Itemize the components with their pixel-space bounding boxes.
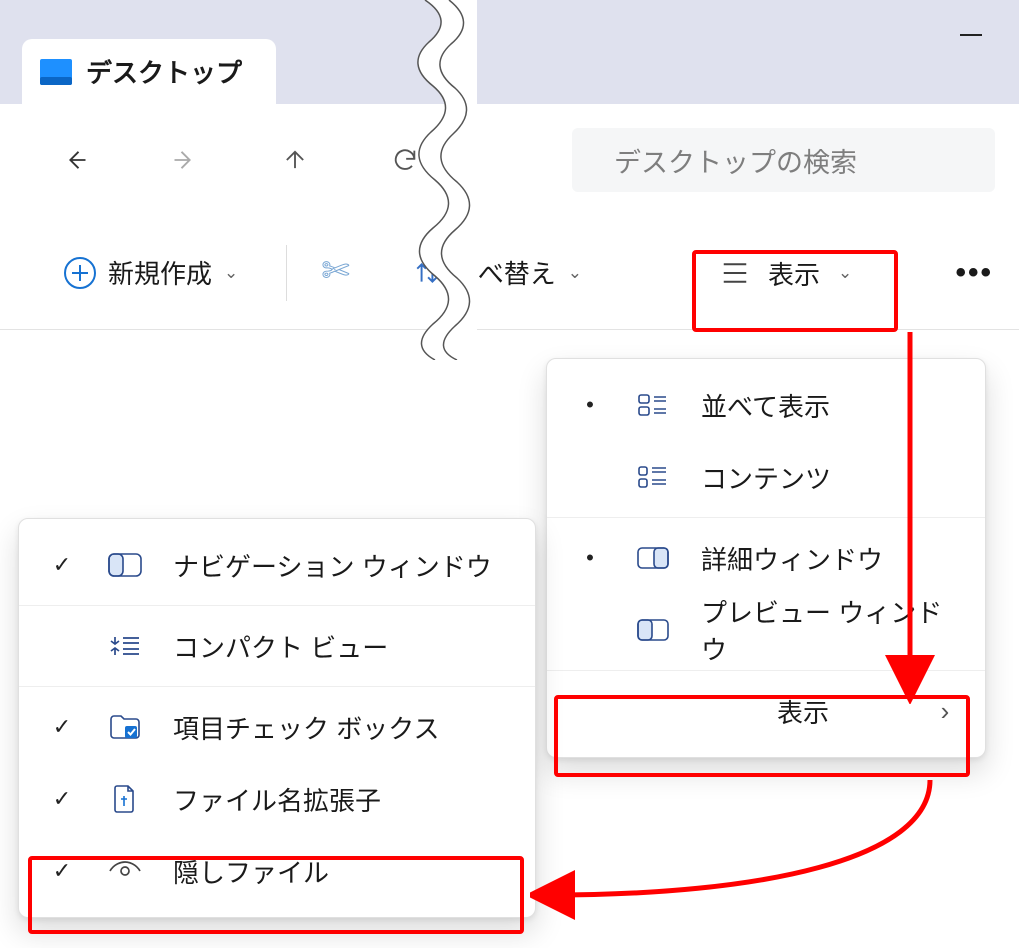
menu-item-content[interactable]: コンテンツ	[547, 441, 985, 513]
toolbar: 新規作成 ⌄ ✄ 並べ替え ⌄ 表示 ⌄ •••	[0, 216, 1019, 330]
menu-item-label: 並べて表示	[701, 387, 957, 424]
more-button[interactable]: •••	[955, 256, 993, 290]
menu-item-checkboxes[interactable]: ✓ 項目チェック ボックス	[19, 691, 535, 763]
titlebar: デスクトップ	[0, 0, 1019, 104]
chevron-down-icon: ⌄	[224, 263, 238, 283]
tab-desktop[interactable]: デスクトップ	[22, 39, 276, 104]
menu-item-extensions[interactable]: ✓ ファイル名拡張子	[19, 763, 535, 835]
list-icon	[720, 260, 750, 286]
desktop-icon	[40, 59, 72, 85]
menu-item-details-pane[interactable]: • 詳細ウィンドウ	[547, 522, 985, 594]
view-label: 表示	[768, 255, 820, 292]
menu-separator	[547, 517, 985, 518]
folder-check-icon	[105, 714, 145, 740]
menu-item-label: コンパクト ビュー	[173, 628, 507, 665]
toolbar-separator	[286, 245, 287, 301]
back-button[interactable]	[20, 146, 130, 174]
menu-item-compact-view[interactable]: コンパクト ビュー	[19, 610, 535, 682]
bullet-icon: •	[575, 392, 605, 418]
plus-icon	[64, 257, 96, 289]
chevron-down-icon: ⌄	[838, 263, 852, 283]
annotation-arrow-2	[530, 770, 950, 920]
menu-item-hidden-files[interactable]: ✓ 隠しファイル	[19, 835, 535, 907]
file-icon	[105, 784, 145, 814]
check-icon: ✓	[47, 714, 77, 740]
menu-item-label: プレビュー ウィンドウ	[701, 593, 957, 667]
chevron-down-icon: ⌄	[568, 263, 582, 283]
forward-button[interactable]	[130, 146, 240, 174]
check-icon: ✓	[47, 552, 77, 578]
menu-separator	[547, 670, 985, 671]
tile-icon	[633, 394, 673, 416]
search-placeholder: デスクトップの検索	[614, 141, 857, 180]
sort-icon	[414, 260, 440, 286]
menu-item-label: ファイル名拡張子	[173, 781, 507, 818]
content-icon	[633, 466, 673, 488]
check-icon: ✓	[47, 786, 77, 812]
menu-separator	[19, 605, 535, 606]
chevron-right-icon: ›	[933, 696, 957, 727]
menu-item-label: コンテンツ	[701, 459, 957, 496]
refresh-button[interactable]	[350, 146, 460, 174]
tab-title: デスクトップ	[86, 53, 242, 90]
menu-item-show-submenu[interactable]: 表示 ›	[547, 675, 985, 747]
up-button[interactable]	[240, 146, 350, 174]
compact-icon	[105, 634, 145, 658]
show-menu: ✓ ナビゲーション ウィンドウ コンパクト ビュー ✓ 項目チェック ボックス …	[18, 518, 536, 918]
view-button[interactable]: 表示 ⌄	[698, 238, 896, 308]
check-icon: ✓	[47, 858, 77, 884]
menu-item-label: 隠しファイル	[173, 853, 507, 890]
menu-separator	[19, 686, 535, 687]
search-input[interactable]: デスクトップの検索	[572, 128, 995, 192]
details-pane-icon	[633, 547, 673, 569]
navbar: デスクトップの検索	[0, 104, 1019, 216]
sort-label: 並べ替え	[452, 254, 556, 291]
nav-pane-icon	[105, 553, 145, 577]
sort-button[interactable]: 並べ替え ⌄	[414, 254, 582, 291]
menu-item-label: 項目チェック ボックス	[173, 709, 507, 746]
new-button[interactable]: 新規作成 ⌄	[50, 246, 252, 299]
minimize-button[interactable]	[951, 18, 991, 52]
preview-pane-icon	[633, 619, 673, 641]
menu-item-tile[interactable]: • 並べて表示	[547, 369, 985, 441]
menu-item-label: ナビゲーション ウィンドウ	[173, 547, 507, 584]
menu-item-label: 詳細ウィンドウ	[701, 540, 957, 577]
menu-item-label: 表示	[701, 693, 905, 730]
new-label: 新規作成	[108, 254, 212, 291]
menu-item-preview-pane[interactable]: プレビュー ウィンドウ	[547, 594, 985, 666]
view-menu: • 並べて表示 コンテンツ • 詳細ウィンドウ プレビュー ウィンドウ 表示 ›	[546, 358, 986, 758]
menu-item-nav-pane[interactable]: ✓ ナビゲーション ウィンドウ	[19, 529, 535, 601]
cut-icon[interactable]: ✄	[321, 251, 350, 291]
bullet-icon: •	[575, 545, 605, 571]
eye-icon	[105, 860, 145, 882]
